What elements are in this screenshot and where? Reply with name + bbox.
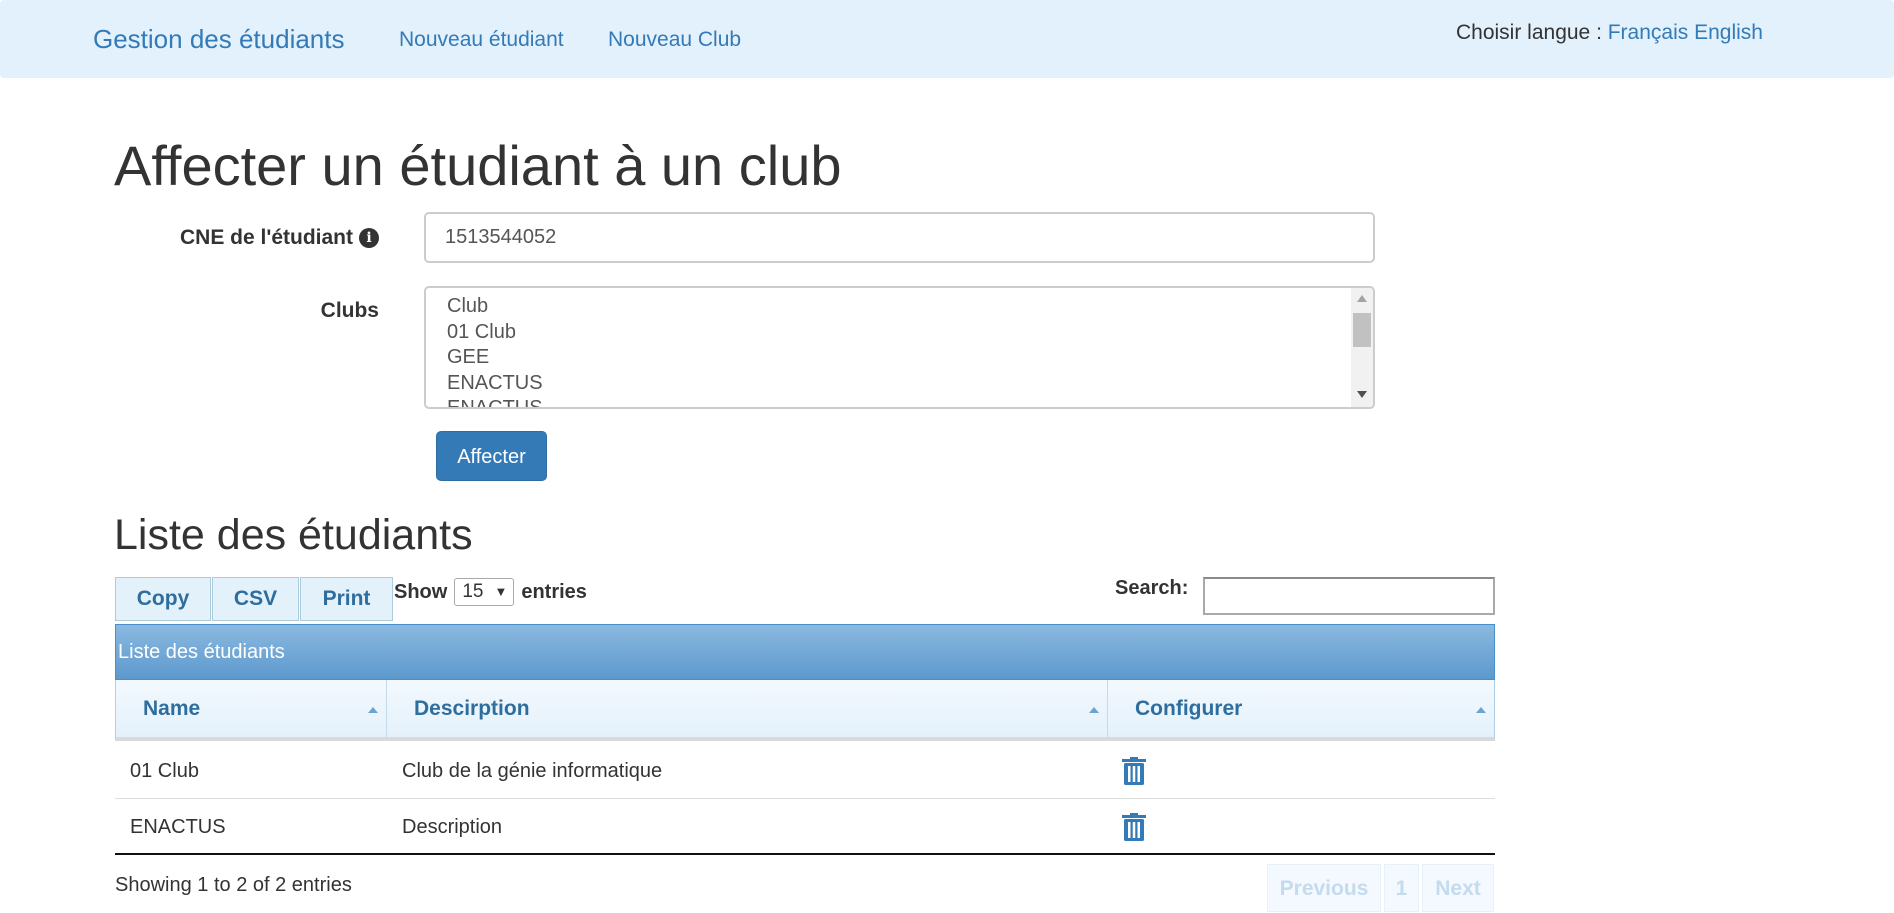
navbar: Gestion des étudiants Nouveau étudiant N…: [0, 0, 1894, 78]
export-buttons: Copy CSV Print: [115, 577, 394, 621]
nav-link-new-club[interactable]: Nouveau Club: [608, 28, 741, 52]
nav-link-new-student[interactable]: Nouveau étudiant: [399, 28, 564, 52]
entries-label: entries: [521, 580, 587, 603]
sort-icon: [1089, 707, 1099, 713]
pagination-previous[interactable]: Previous: [1267, 864, 1381, 912]
lang-option-english[interactable]: English: [1694, 21, 1763, 44]
copy-button[interactable]: Copy: [115, 577, 211, 621]
page-length-value: 15: [462, 581, 484, 602]
pagination: Previous 1 Next: [1264, 864, 1494, 912]
scroll-up-arrow-icon[interactable]: [1357, 295, 1367, 302]
cell-name: ENACTUS: [130, 816, 226, 838]
scroll-thumb[interactable]: [1353, 313, 1371, 347]
cell-description: Club de la génie informatique: [402, 760, 663, 782]
table-info: Showing 1 to 2 of 2 entries: [115, 874, 352, 896]
table-row: 01 Club Club de la génie informatique: [115, 743, 1495, 799]
info-icon: i: [359, 228, 379, 248]
column-header-label: Name: [143, 697, 201, 720]
cne-label: CNE de l'étudiant i: [179, 226, 379, 250]
language-label: Choisir langue :: [1455, 21, 1608, 44]
sort-icon: [368, 707, 378, 713]
dropdown-caret-icon: ▼: [494, 584, 508, 599]
club-option[interactable]: ENACTUS: [447, 371, 1373, 397]
club-option[interactable]: ENACTUS: [447, 396, 1373, 407]
pagination-page[interactable]: 1: [1384, 864, 1419, 912]
scroll-down-arrow-icon[interactable]: [1357, 391, 1367, 398]
lang-option-french[interactable]: Français: [1608, 21, 1689, 44]
language-switcher: Choisir langue : Français English: [1456, 21, 1763, 45]
table-caption: Liste des étudiants: [115, 624, 1495, 680]
pagination-next[interactable]: Next: [1422, 864, 1494, 912]
affecter-button[interactable]: Affecter: [436, 431, 547, 481]
table-header: Name Descirption Configurer: [115, 680, 1495, 741]
column-header-configurer[interactable]: Configurer: [1108, 680, 1494, 737]
club-option[interactable]: GEE: [447, 345, 1373, 371]
print-button[interactable]: Print: [300, 577, 393, 621]
page-length-select[interactable]: 15 ▼: [454, 578, 515, 606]
club-option[interactable]: 01 Club: [447, 320, 1373, 346]
clubs-label: Clubs: [320, 299, 379, 322]
column-header-label: Configurer: [1135, 697, 1243, 720]
trash-icon[interactable]: [1122, 757, 1146, 785]
column-header-name[interactable]: Name: [116, 680, 387, 737]
csv-button[interactable]: CSV: [212, 577, 299, 621]
cne-input[interactable]: 1513544052: [424, 212, 1375, 263]
trash-icon[interactable]: [1122, 813, 1146, 841]
table-row: ENACTUS Description: [115, 799, 1495, 855]
column-header-description[interactable]: Descirption: [387, 680, 1108, 737]
show-label: Show: [394, 580, 448, 603]
list-title: Liste des étudiants: [114, 511, 473, 559]
cell-name: 01 Club: [130, 760, 199, 782]
clubs-scrollbar[interactable]: [1351, 288, 1373, 407]
sort-icon: [1476, 707, 1486, 713]
brand-link[interactable]: Gestion des étudiants: [93, 24, 345, 55]
page-title: Affecter un étudiant à un club: [114, 134, 842, 197]
clubs-select[interactable]: Club 01 Club GEE ENACTUS ENACTUS: [424, 286, 1375, 409]
search-label: Search:: [1115, 577, 1189, 599]
cne-label-text: CNE de l'étudiant: [179, 226, 353, 249]
club-option[interactable]: Club: [447, 294, 1373, 320]
column-header-label: Descirption: [414, 697, 530, 720]
search-input[interactable]: [1203, 577, 1495, 615]
page-length-control: Show 15 ▼ entries: [394, 578, 587, 606]
cell-description: Description: [402, 816, 503, 838]
